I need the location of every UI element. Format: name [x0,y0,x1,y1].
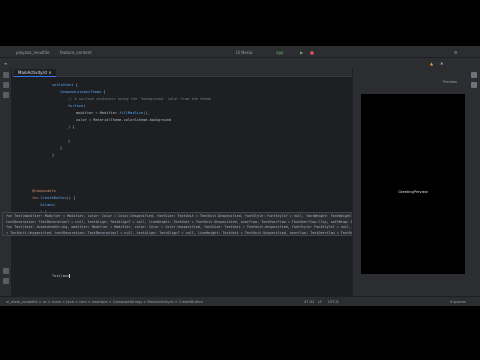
text-caret [69,274,71,278]
commit-icon[interactable] [3,82,9,88]
preview-pane: Preview GreetingPreview [352,68,468,296]
menu-icon[interactable]: ≡ [4,61,7,66]
cursor-position[interactable]: 47:32 [304,300,314,304]
code-editor[interactable]: setContent { ComposeLessonsTheme { // A … [30,77,352,296]
problems-icon[interactable] [3,278,9,284]
run-config[interactable]: app [276,50,284,55]
close-tab-icon[interactable]: × [48,70,51,75]
notifications-icon[interactable] [471,72,477,78]
warning-icon[interactable]: ▲ [430,61,433,66]
left-tool-strip [0,68,12,296]
terminal-icon[interactable] [3,268,9,274]
preview-label: GreetingPreview [398,190,428,194]
preview-title[interactable]: Preview [443,80,457,84]
line-gutter [12,77,30,296]
editor-tabs: MainActivity.kt × [12,68,352,77]
tab-label: MainActivity.kt [18,70,48,75]
indent[interactable]: 4 spaces [450,300,466,304]
run-icon[interactable]: ▶ [300,50,303,55]
tab-main-activity[interactable]: MainActivity.kt × [14,69,56,77]
ide-window: playaza_resultile feature_content Ui Nes… [0,46,480,306]
status-bar: ui_kiosk_noubelle > sc > main > java > c… [0,296,480,306]
project-icon[interactable] [3,72,9,78]
right-tool-strip [468,68,480,296]
stop-icon[interactable]: ■ [310,50,314,55]
title-bar: playaza_resultile feature_content Ui Nes… [0,46,480,58]
branch-name[interactable]: feature_content [60,50,92,55]
line-ending[interactable]: LF [318,300,322,304]
project-name[interactable]: playaza_resultile [16,50,49,55]
encoding[interactable]: UTF-8 [328,300,338,304]
device-selector[interactable]: Ui Nesia [236,50,252,55]
settings-icon[interactable]: ⚙ [454,50,458,55]
close-icon[interactable]: ✕ [440,61,443,66]
toolbar: ≡ ▲ ✕ [0,58,480,68]
typed-code[interactable]: Text(mes [52,274,69,278]
breadcrumb[interactable]: ui_kiosk_noubelle > sc > main > java > c… [6,300,203,304]
gradle-icon[interactable] [471,82,477,88]
preview-surface[interactable]: GreetingPreview [361,94,465,274]
structure-icon[interactable] [3,92,9,98]
